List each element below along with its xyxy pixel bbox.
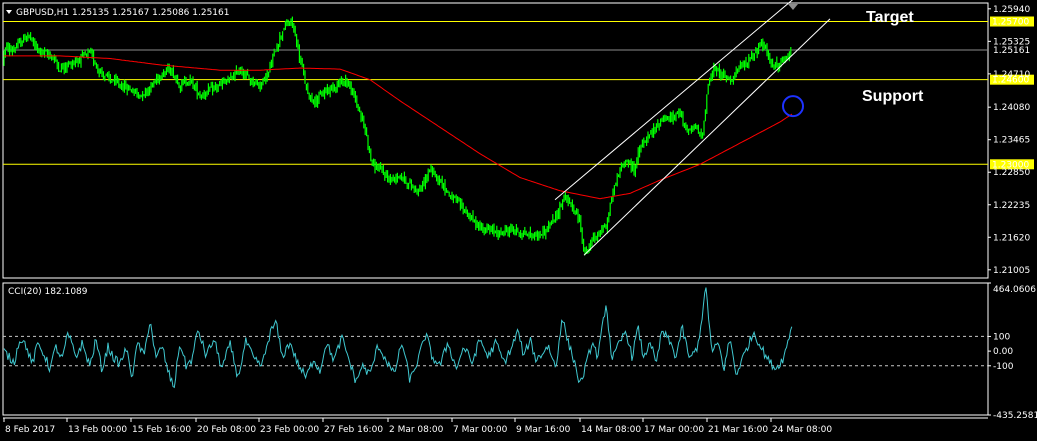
x-tick-label-2: 15 Feb 16:00 bbox=[132, 425, 191, 435]
marker-circle bbox=[782, 95, 804, 118]
x-tick-label-3: 20 Feb 08:00 bbox=[197, 425, 256, 435]
y-tick-label-8: 1.21005 bbox=[993, 266, 1030, 276]
x-tick-label-8: 9 Mar 16:00 bbox=[516, 425, 571, 435]
cci-tick-label-1: 100 bbox=[993, 332, 1010, 342]
x-tick-label-5: 27 Feb 16:00 bbox=[324, 425, 383, 435]
cci-tick-label-4: -435.2581 bbox=[993, 411, 1037, 421]
x-tick-label-10: 17 Mar 00:00 bbox=[644, 425, 704, 435]
main-panel-frame bbox=[2, 2, 989, 279]
y-tick-label-4: 1.23465 bbox=[993, 136, 1030, 146]
hline-label-0: 1.25700 bbox=[992, 18, 1029, 28]
cci-tick-label-0: 464.0606 bbox=[993, 285, 1036, 295]
cci-label: CCI(20) 182.1089 bbox=[8, 287, 88, 297]
x-tick-label-9: 14 Mar 08:00 bbox=[581, 425, 641, 435]
chart-svg: 1.257001.246001.230001.259401.253251.247… bbox=[2, 0, 1037, 435]
price-series bbox=[3, 16, 792, 256]
y-tick-label-5: 1.22850 bbox=[993, 168, 1030, 178]
x-tick-label-6: 2 Mar 08:00 bbox=[389, 425, 444, 435]
cci-panel-frame bbox=[2, 282, 989, 416]
x-tick-label-0: 8 Feb 2017 bbox=[5, 425, 55, 435]
y-tick-label-2: 1.24710 bbox=[993, 70, 1030, 80]
chart-root: 1.25700 1.24600 1.23000 1.25940 1.25325 1.247… bbox=[0, 0, 1037, 441]
y-tick-label-7: 1.21620 bbox=[993, 233, 1030, 243]
x-tick-label-7: 7 Mar 00:00 bbox=[453, 425, 508, 435]
chart-header-text: GBPUSD,H1 1.25135 1.25167 1.25086 1.2516… bbox=[16, 8, 229, 18]
y-tick-label-6: 1.22235 bbox=[993, 201, 1030, 211]
x-tick-label-12: 24 Mar 08:00 bbox=[772, 425, 832, 435]
cci-tick-label-3: -100 bbox=[993, 362, 1014, 372]
channel-line-1 bbox=[554, 0, 794, 201]
x-tick-label-1: 13 Feb 00:00 bbox=[68, 425, 127, 435]
channel-line-0 bbox=[583, 18, 831, 256]
shift-marker-icon bbox=[788, 4, 798, 10]
y-tick-label-3: 1.24080 bbox=[993, 103, 1030, 113]
cci-line bbox=[3, 287, 793, 389]
y-tick-label-0: 1.25940 bbox=[993, 5, 1030, 15]
cci-tick-label-2: 0.00 bbox=[993, 347, 1013, 357]
x-tick-label-11: 21 Mar 16:00 bbox=[708, 425, 768, 435]
annotation-support: Support bbox=[862, 88, 924, 105]
annotation-target: Target bbox=[866, 9, 914, 26]
header-dropdown-icon bbox=[6, 10, 12, 14]
current-price-label: 1.25161 bbox=[993, 46, 1030, 56]
x-tick-label-4: 23 Feb 00:00 bbox=[260, 425, 319, 435]
